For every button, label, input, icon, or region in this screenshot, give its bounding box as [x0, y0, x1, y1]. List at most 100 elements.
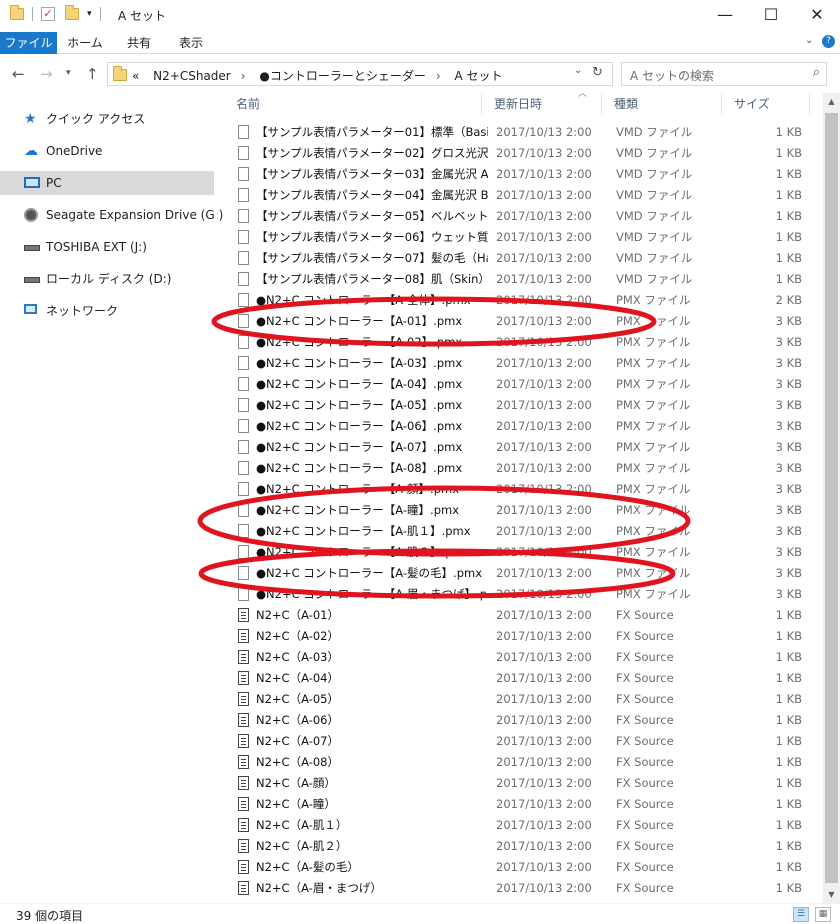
details-view-icon[interactable]: ☰ — [793, 907, 809, 922]
up-arrow-icon[interactable]: ↑ — [86, 65, 99, 83]
table-row[interactable]: N2+C（A-肌２） 2017/10/13 2:00 FX Source 1 KB — [224, 836, 824, 857]
table-row[interactable]: ●N2+C コントローラー【A-全体】.pmx 2017/10/13 2:00 PM… — [224, 290, 824, 311]
table-row[interactable]: ●N2+C コントローラー【A-眉・まつげ】.pmx 2017/10/13 2:0… — [224, 584, 824, 605]
file-icon — [238, 377, 249, 391]
scroll-down-icon[interactable]: ▼ — [823, 886, 840, 903]
minimize-button[interactable]: — — [702, 0, 748, 32]
sidebar-item-label: Seagate Expansion Drive (G:) — [46, 208, 224, 222]
tab-home[interactable]: ホーム — [57, 32, 113, 54]
table-row[interactable]: ●N2+C コントローラー【A-06】.pmx 2017/10/13 2:00 PM… — [224, 416, 824, 437]
large-icons-view-icon[interactable]: ▦ — [815, 907, 831, 922]
table-row[interactable]: 【サンプル表情パラメーター07】髪の毛（Hair）... 2017/10/13 2… — [224, 248, 824, 269]
table-row[interactable]: 【サンプル表情パラメーター06】ウェット質感（w... 2017/10/13 2:… — [224, 227, 824, 248]
new-folder-icon[interactable] — [65, 5, 79, 20]
sidebar-item-onedrive[interactable]: ☁ OneDrive — [0, 139, 214, 163]
file-name: N2+C（A-07） — [256, 734, 339, 748]
file-size: 1 KB — [775, 713, 802, 727]
recent-locations-chevron-icon[interactable]: ▾ — [66, 68, 71, 78]
sidebar-item-network[interactable]: ネットワーク — [0, 299, 214, 323]
sidebar-item-local-disk[interactable]: ローカル ディスク (D:) — [0, 267, 214, 291]
table-row[interactable]: 【サンプル表情パラメーター05】ベルベット（Velv... 2017/10/13 … — [224, 206, 824, 227]
source-file-icon — [238, 608, 249, 622]
table-row[interactable]: N2+C（A-肌１） 2017/10/13 2:00 FX Source 1 KB — [224, 815, 824, 836]
table-row[interactable]: 【サンプル表情パラメーター01】標準（Basic）.... 2017/10/13 … — [224, 122, 824, 143]
table-row[interactable]: ●N2+C コントローラー【A-肌１】.pmx 2017/10/13 2:00 PM… — [224, 521, 824, 542]
sidebar-item-label: PC — [46, 176, 62, 190]
source-file-icon — [238, 797, 249, 811]
search-input[interactable]: A セットの検索 ⌕ — [621, 62, 827, 86]
address-bar[interactable]: « N2+CShader › ●コントローラーとシェーダー › A セット ⌄ ↻ — [107, 62, 613, 86]
table-row[interactable]: N2+C（A-08） 2017/10/13 2:00 FX Source 1 KB — [224, 752, 824, 773]
table-row[interactable]: N2+C（A-06） 2017/10/13 2:00 FX Source 1 KB — [224, 710, 824, 731]
breadcrumb-item[interactable]: ●コントローラーとシェーダー — [259, 69, 425, 83]
column-name[interactable]: 名前 — [224, 93, 482, 115]
file-date: 2017/10/13 2:00 — [496, 188, 592, 202]
table-row[interactable]: N2+C（A-眉・まつげ） 2017/10/13 2:00 FX Source 1 K… — [224, 878, 824, 899]
file-size: 1 KB — [775, 881, 802, 895]
column-date-modified[interactable]: 更新日時 — [482, 93, 602, 115]
scroll-up-icon[interactable]: ▲ — [823, 93, 840, 110]
table-row[interactable]: ●N2+C コントローラー【A-肌２】.pmx 2017/10/13 2:00 PM… — [224, 542, 824, 563]
sidebar-item-quick-access[interactable]: ★ クイック アクセス — [0, 107, 214, 131]
close-button[interactable]: ✕ — [794, 0, 840, 32]
file-date: 2017/10/13 2:00 — [496, 440, 592, 454]
vertical-scrollbar[interactable]: ▲ ▼ — [823, 93, 840, 903]
sidebar-item-seagate-drive[interactable]: Seagate Expansion Drive (G:) — [0, 203, 223, 227]
navigation-pane: ★ クイック アクセス ☁ OneDrive PC Seagate Expans… — [0, 93, 223, 903]
table-row[interactable]: N2+C（A-07） 2017/10/13 2:00 FX Source 1 KB — [224, 731, 824, 752]
table-row[interactable]: N2+C（A-01） 2017/10/13 2:00 FX Source 1 KB — [224, 605, 824, 626]
breadcrumb: « N2+CShader › ●コントローラーとシェーダー › A セット — [132, 69, 503, 83]
folder-icon[interactable] — [10, 5, 24, 20]
maximize-button[interactable]: ☐ — [748, 0, 794, 32]
help-icon[interactable]: ? — [822, 35, 835, 48]
file-date: 2017/10/13 2:00 — [496, 230, 592, 244]
table-row[interactable]: ●N2+C コントローラー【A-07】.pmx 2017/10/13 2:00 PM… — [224, 437, 824, 458]
table-row[interactable]: N2+C（A-05） 2017/10/13 2:00 FX Source 1 KB — [224, 689, 824, 710]
file-type: PMX ファイル — [616, 293, 691, 307]
tab-share[interactable]: 共有 — [113, 32, 165, 54]
breadcrumb-item[interactable]: N2+CShader — [153, 69, 231, 83]
forward-arrow-icon[interactable]: → — [40, 65, 53, 83]
table-row[interactable]: N2+C（A-03） 2017/10/13 2:00 FX Source 1 KB — [224, 647, 824, 668]
sidebar-item-toshiba-drive[interactable]: TOSHIBA EXT (J:) — [0, 235, 214, 259]
table-row[interactable]: ●N2+C コントローラー【A-顔】.pmx 2017/10/13 2:00 PMX… — [224, 479, 824, 500]
table-row[interactable]: 【サンプル表情パラメーター02】グロス光沢（Gl... 2017/10/13 2:… — [224, 143, 824, 164]
table-row[interactable]: N2+C（A-04） 2017/10/13 2:00 FX Source 1 KB — [224, 668, 824, 689]
file-date: 2017/10/13 2:00 — [496, 608, 592, 622]
item-count: 39 個の項目 — [16, 909, 84, 923]
breadcrumb-overflow[interactable]: « — [132, 69, 139, 83]
breadcrumb-item[interactable]: A セット — [455, 69, 503, 83]
table-row[interactable]: N2+C（A-瞳） 2017/10/13 2:00 FX Source 1 KB — [224, 794, 824, 815]
sidebar-item-pc[interactable]: PC — [0, 171, 214, 195]
column-size[interactable]: サイズ — [722, 93, 810, 115]
table-row[interactable]: ●N2+C コントローラー【A-髪の毛】.pmx 2017/10/13 2:00 P… — [224, 563, 824, 584]
back-arrow-icon[interactable]: ← — [12, 65, 25, 83]
expand-ribbon-icon[interactable]: ⌄ — [805, 35, 813, 46]
table-row[interactable]: N2+C（A-02） 2017/10/13 2:00 FX Source 1 KB — [224, 626, 824, 647]
address-dropdown-chevron-icon[interactable]: ⌄ — [574, 65, 582, 76]
refresh-icon[interactable]: ↻ — [592, 65, 603, 80]
tab-file[interactable]: ファイル — [0, 32, 57, 54]
table-row[interactable]: ●N2+C コントローラー【A-01】.pmx 2017/10/13 2:00 PM… — [224, 311, 824, 332]
title-bar: ✓ ▾ A セット — ☐ ✕ — [0, 0, 840, 32]
table-row[interactable]: ●N2+C コントローラー【A-02】.pmx 2017/10/13 2:00 PM… — [224, 332, 824, 353]
table-row[interactable]: 【サンプル表情パラメーター03】金属光沢 A（... 2017/10/13 2:0… — [224, 164, 824, 185]
tab-view[interactable]: 表示 — [165, 32, 217, 54]
table-row[interactable]: ●N2+C コントローラー【A-瞳】.pmx 2017/10/13 2:00 PMX… — [224, 500, 824, 521]
table-row[interactable]: ●N2+C コントローラー【A-08】.pmx 2017/10/13 2:00 PM… — [224, 458, 824, 479]
table-row[interactable]: ●N2+C コントローラー【A-04】.pmx 2017/10/13 2:00 PM… — [224, 374, 824, 395]
table-row[interactable]: 【サンプル表情パラメーター04】金属光沢 B（... 2017/10/13 2:0… — [224, 185, 824, 206]
close-icon: ✕ — [810, 5, 824, 24]
table-row[interactable]: ●N2+C コントローラー【A-03】.pmx 2017/10/13 2:00 PM… — [224, 353, 824, 374]
customize-toolbar-chevron-icon[interactable]: ▾ — [87, 9, 92, 19]
table-row[interactable]: ●N2+C コントローラー【A-05】.pmx 2017/10/13 2:00 PM… — [224, 395, 824, 416]
pane-splitter[interactable] — [216, 93, 217, 903]
properties-icon[interactable]: ✓ — [41, 7, 55, 21]
table-row[interactable]: N2+C（A-顔） 2017/10/13 2:00 FX Source 1 KB — [224, 773, 824, 794]
table-row[interactable]: 【サンプル表情パラメーター08】肌（Skin）.vmd 2017/10/13 2:… — [224, 269, 824, 290]
file-type: FX Source — [616, 650, 674, 664]
file-name: N2+C（A-肌１） — [256, 818, 348, 832]
table-row[interactable]: N2+C（A-髪の毛） 2017/10/13 2:00 FX Source 1 KB — [224, 857, 824, 878]
column-type[interactable]: 種類 — [602, 93, 722, 115]
scrollbar-thumb[interactable] — [825, 113, 838, 883]
